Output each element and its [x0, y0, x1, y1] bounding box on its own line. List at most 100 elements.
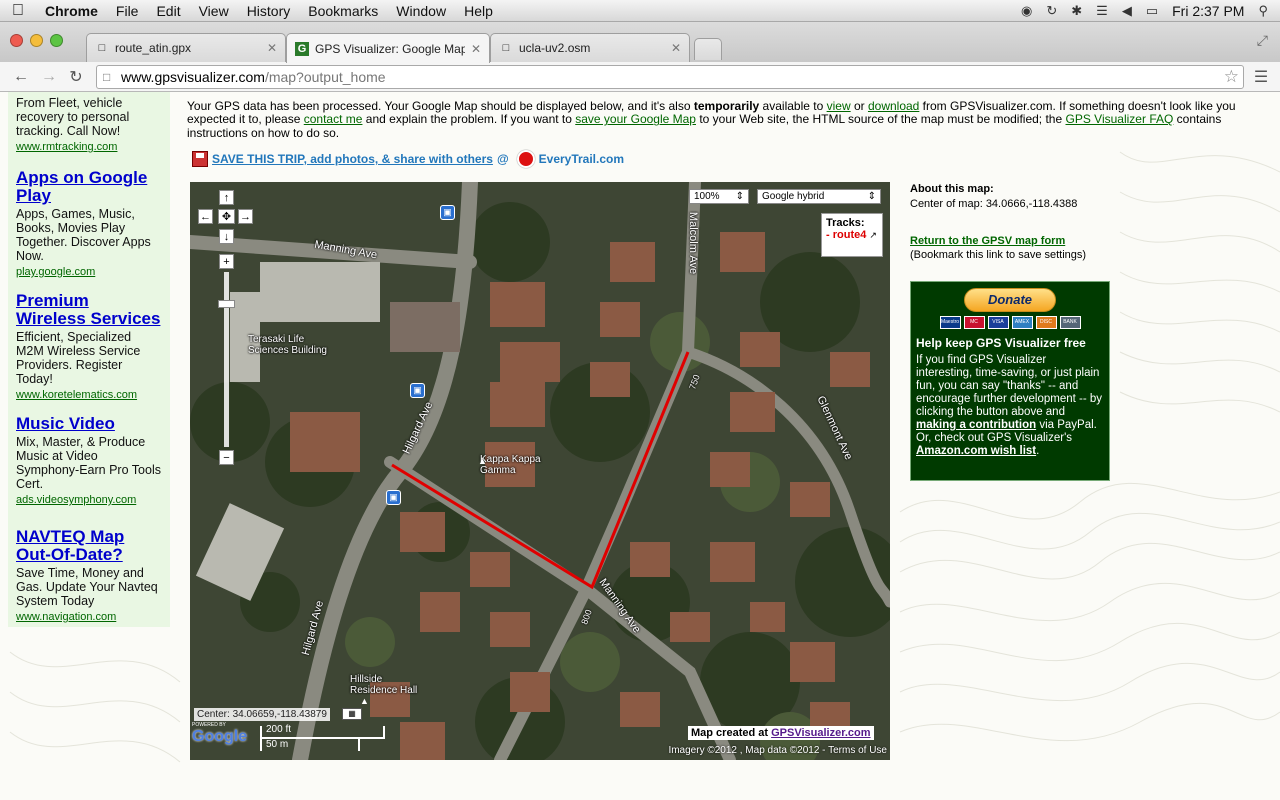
menu-view[interactable]: View	[190, 3, 238, 19]
ruler-icon[interactable]: ▦	[342, 708, 362, 720]
payment-cards: Maestro MC VISA AMEX DISC BANK	[916, 316, 1104, 329]
tab-gps-visualizer[interactable]: G GPS Visualizer: Google Maps ✕	[286, 33, 490, 63]
ad-premium-wireless: Premium Wireless Services Efficient, Spe…	[16, 292, 162, 402]
donate-text: If you find GPS Visualizer interesting, …	[916, 354, 1104, 458]
menu-app-chrome[interactable]: Chrome	[36, 3, 107, 19]
menu-bookmarks[interactable]: Bookmarks	[299, 3, 387, 19]
intro-text: or	[850, 99, 868, 113]
donate-p1: If you find GPS Visualizer interesting, …	[916, 354, 1103, 418]
menu-history[interactable]: History	[238, 3, 300, 19]
tab-route-atin[interactable]: □ route_atin.gpx ✕	[86, 33, 286, 62]
about-heading: About this map:	[910, 183, 994, 195]
ad-title-link[interactable]: Premium Wireless Services	[16, 292, 162, 328]
status-app-icon[interactable]: ◉	[1021, 3, 1032, 19]
scale-ft-label: 200 ft	[266, 724, 292, 735]
everytrail-brand-link[interactable]: EveryTrail.com	[539, 152, 624, 166]
zoom-slider-track[interactable]	[224, 272, 229, 447]
ad-google-play: Apps on Google Play Apps, Games, Music, …	[16, 169, 162, 279]
map-attribution[interactable]: Imagery ©2012 , Map data ©2012 - Terms o…	[640, 745, 887, 756]
bus-stop-icon[interactable]: ▣	[386, 490, 401, 505]
google-map[interactable]: ↑ ← ✥ → ↓ + − 100% ⇕ Google hybrid ⇕ Track…	[190, 182, 890, 760]
ad-title-link[interactable]: Apps on Google Play	[16, 169, 162, 205]
external-link-icon[interactable]: ↗	[869, 230, 877, 240]
wishlist-link[interactable]: Amazon.com wish list	[916, 445, 1036, 457]
menu-edit[interactable]: Edit	[147, 3, 189, 19]
ad-body: From Fleet, vehicle recovery to personal…	[16, 96, 130, 138]
maestro-card-icon: Maestro	[939, 316, 961, 329]
contribution-link[interactable]: making a contribution	[916, 419, 1036, 431]
menu-file[interactable]: File	[107, 3, 148, 19]
ad-url-link[interactable]: ads.videosymphony.com	[16, 494, 162, 506]
pan-left-button[interactable]: ←	[198, 209, 213, 224]
zoom-out-button[interactable]: −	[219, 450, 234, 465]
gpsv-favicon-icon: G	[295, 41, 309, 56]
sponsored-ads-column: From Fleet, vehicle recovery to personal…	[8, 92, 170, 627]
menubar-clock[interactable]: Fri 2:37 PM	[1172, 3, 1244, 19]
center-readout-text: Center: 34.06659,-118.43879	[197, 709, 327, 720]
address-bar[interactable]: □ www.gpsvisualizer.com/map?output_home …	[96, 65, 1244, 89]
bus-stop-icon[interactable]: ▣	[410, 383, 425, 398]
processed-message: Your GPS data has been processed. Your G…	[187, 99, 1275, 140]
track-item[interactable]: - route4 ↗	[826, 229, 878, 241]
save-map-link[interactable]: save your Google Map	[575, 112, 696, 126]
tracks-legend: Tracks: - route4 ↗	[821, 213, 883, 257]
minimize-window-icon[interactable]	[30, 34, 43, 47]
ad-url-link[interactable]: play.google.com	[16, 266, 162, 278]
ad-url-link[interactable]: www.koretelematics.com	[16, 389, 162, 401]
ad-url-link[interactable]: www.rmtracking.com	[16, 141, 162, 153]
fullscreen-icon[interactable]: ⤢	[1257, 32, 1268, 49]
forward-button[interactable]: →	[38, 66, 60, 88]
wifi-icon[interactable]: ☰	[1096, 3, 1108, 19]
tab-title: ucla-uv2.osm	[519, 41, 591, 55]
ad-title-link[interactable]: NAVTEQ Map Out-Of-Date?	[16, 528, 162, 564]
bus-stop-icon[interactable]: ▣	[440, 205, 455, 220]
scale-m-bar: 50 m	[260, 739, 360, 751]
pan-up-button[interactable]: ↑	[219, 190, 234, 205]
zoom-window-icon[interactable]	[50, 34, 63, 47]
intro-text: Your GPS data has been processed. Your G…	[187, 99, 694, 113]
pan-center-button[interactable]: ✥	[218, 209, 235, 224]
ad-music-video: Music Video Mix, Master, & Produce Music…	[16, 415, 162, 507]
battery-icon[interactable]: ▭	[1146, 3, 1158, 19]
ad-url-link[interactable]: www.navigation.com	[16, 611, 162, 623]
bookmark-star-icon[interactable]: ☆	[1224, 67, 1239, 87]
spotlight-search-icon[interactable]: ⚲	[1258, 3, 1268, 19]
intro-text: and explain the problem. If you want to	[362, 112, 576, 127]
close-tab-icon[interactable]: ✕	[471, 42, 481, 56]
zoom-slider-handle[interactable]	[218, 300, 235, 308]
view-link[interactable]: view	[827, 99, 851, 113]
donate-button[interactable]: Donate	[964, 288, 1056, 312]
map-type-select[interactable]: Google hybrid ⇕	[757, 189, 881, 204]
visa-card-icon: VISA	[987, 316, 1009, 329]
time-machine-icon[interactable]: ↻	[1046, 3, 1057, 19]
menu-window[interactable]: Window	[387, 3, 455, 19]
tab-ucla-osm[interactable]: □ ucla-uv2.osm ✕	[490, 33, 690, 62]
back-button[interactable]: ←	[10, 66, 32, 88]
download-link[interactable]: download	[868, 99, 919, 113]
zoom-level-select[interactable]: 100% ⇕	[689, 189, 749, 204]
everytrail-pin-icon	[516, 150, 535, 168]
map-scale-bar: 200 ft 50 m	[260, 724, 385, 756]
new-tab-button[interactable]	[694, 38, 722, 60]
menu-help[interactable]: Help	[455, 3, 502, 19]
chrome-toolbar: ← → ↻ □ www.gpsvisualizer.com/map?output…	[0, 62, 1280, 92]
track-name: route4	[832, 229, 867, 241]
reload-button[interactable]: ↻	[65, 66, 87, 88]
close-tab-icon[interactable]: ✕	[671, 41, 681, 55]
return-to-form-link[interactable]: Return to the GPSV map form	[910, 235, 1065, 247]
zoom-in-button[interactable]: +	[219, 254, 234, 269]
chrome-menu-icon[interactable]: ☰	[1250, 66, 1272, 88]
apple-menu-icon[interactable]: 	[0, 2, 36, 20]
save-trip-link[interactable]: SAVE THIS TRIP, add photos, & share with…	[212, 152, 493, 166]
gpsvisualizer-link[interactable]: GPSVisualizer.com	[771, 727, 870, 739]
pan-down-button[interactable]: ↓	[219, 229, 234, 244]
close-tab-icon[interactable]: ✕	[267, 41, 277, 55]
bluetooth-icon[interactable]: ✱	[1071, 3, 1082, 19]
volume-icon[interactable]: ◀	[1122, 3, 1132, 19]
faq-link[interactable]: GPS Visualizer FAQ	[1066, 112, 1174, 126]
ad-title-link[interactable]: Music Video	[16, 415, 162, 433]
close-window-icon[interactable]	[10, 34, 23, 47]
pan-right-button[interactable]: →	[238, 209, 253, 224]
contact-link[interactable]: contact me	[304, 112, 363, 126]
